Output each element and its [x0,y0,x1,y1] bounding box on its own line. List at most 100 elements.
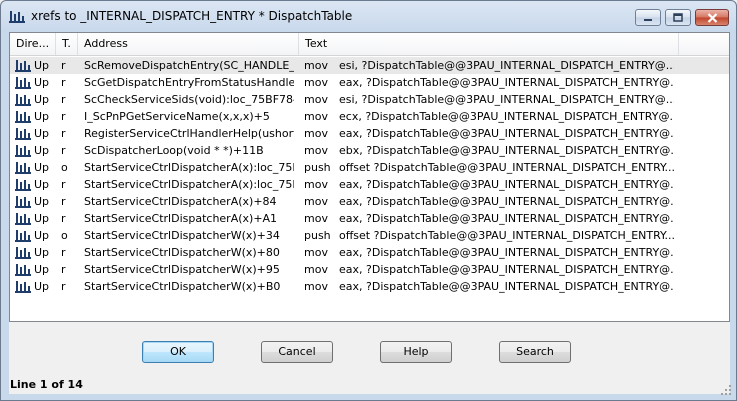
xrefs-list[interactable]: Dire... T. Address Text Up r ScRemoveDispa… [9,32,730,322]
cell-direction: Up [34,229,50,242]
cell-mnemonic: push [304,161,331,174]
cell-type: r [61,212,66,225]
cell-direction: Up [34,246,50,259]
resize-grip-icon[interactable] [720,384,732,396]
xref-up-icon [15,128,31,140]
table-row[interactable]: Up r ScGetDispatchEntryFromStatusHandle(S.… [10,74,729,91]
xref-up-icon [15,162,31,174]
xref-up-icon [15,94,31,106]
cell-mnemonic: mov [304,93,328,106]
cell-operands: ecx, ?DispatchTable@@3PAU_INTERNAL_DISPA… [339,110,674,123]
cancel-button[interactable]: Cancel [261,341,333,363]
minimize-icon [644,18,652,21]
cell-direction: Up [34,195,50,208]
close-icon [707,12,717,23]
cell-type: r [61,93,66,106]
cell-direction: Up [34,161,50,174]
help-button[interactable]: Help [380,341,452,363]
column-header-address[interactable]: Address [78,33,299,55]
cell-direction: Up [34,110,50,123]
search-button[interactable]: Search [499,341,571,363]
table-row[interactable]: Up r StartServiceCtrlDispatcherW(x)+80 mov e… [10,244,729,261]
table-row[interactable]: Up r I_ScPnPGetServiceName(x,x,x)+5 mov ecx,… [10,108,729,125]
cell-address: ScCheckServiceSids(void):loc_75BF7841 [84,93,294,106]
minimize-button[interactable] [635,9,661,26]
cell-type: r [61,76,66,89]
cell-mnemonic: push [304,229,331,242]
maximize-button[interactable] [665,9,691,26]
cell-operands: esi, ?DispatchTable@@3PAU_INTERNAL_DISPA… [339,59,674,72]
cell-mnemonic: mov [304,110,328,123]
cell-operands: eax, ?DispatchTable@@3PAU_INTERNAL_DISPA… [339,76,674,89]
cell-operands: eax, ?DispatchTable@@3PAU_INTERNAL_DISPA… [339,178,674,191]
table-row[interactable]: Up r StartServiceCtrlDispatcherA(x)+A1 mov e… [10,210,729,227]
column-header-text[interactable]: Text [299,33,679,55]
cell-operands: offset ?DispatchTable@@3PAU_INTERNAL_DIS… [339,229,674,242]
table-row[interactable]: Up r StartServiceCtrlDispatcherW(x)+95 mov e… [10,261,729,278]
cell-type: r [61,246,66,259]
cell-address: StartServiceCtrlDispatcherA(x)+A1 [84,212,278,225]
cell-type: r [61,110,66,123]
xref-icon [9,11,25,23]
title-bar[interactable]: xrefs to _INTERNAL_DISPATCH_ENTRY * Disp… [1,1,736,31]
table-row[interactable]: Up r StartServiceCtrlDispatcherA(x)+84 mov e… [10,193,729,210]
cell-address: StartServiceCtrlDispatcherW(x)+95 [84,263,280,276]
xref-up-icon [15,179,31,191]
cell-mnemonic: mov [304,144,328,157]
cell-direction: Up [34,59,50,72]
cell-address: StartServiceCtrlDispatcherA(x):loc_75BF8… [84,161,294,174]
cell-type: r [61,178,66,191]
cell-mnemonic: mov [304,195,328,208]
xrefs-window: xrefs to _INTERNAL_DISPATCH_ENTRY * Disp… [0,0,737,401]
cell-address: StartServiceCtrlDispatcherA(x)+84 [84,195,277,208]
table-row[interactable]: Up r RegisterServiceCtrlHandlerHelp(ushort… [10,125,729,142]
cell-operands: eax, ?DispatchTable@@3PAU_INTERNAL_DISPA… [339,280,674,293]
cell-mnemonic: mov [304,178,328,191]
cell-operands: offset ?DispatchTable@@3PAU_INTERNAL_DIS… [339,161,674,174]
list-header: Dire... T. Address Text [10,33,729,56]
xref-up-icon [15,111,31,123]
table-row[interactable]: Up r ScCheckServiceSids(void):loc_75BF7841… [10,91,729,108]
column-header-type[interactable]: T. [56,33,78,55]
cell-address: ScDispatcherLoop(void * *)+11B [84,144,264,157]
cell-direction: Up [34,76,50,89]
ok-button[interactable]: OK [142,341,214,363]
table-row[interactable]: Up r StartServiceCtrlDispatcherA(x):loc_75… [10,176,729,193]
table-row[interactable]: Up o StartServiceCtrlDispatcherW(x)+34 push… [10,227,729,244]
table-row[interactable]: Up r ScDispatcherLoop(void * *)+11B mov ebx,… [10,142,729,159]
cell-type: r [61,195,66,208]
cell-mnemonic: mov [304,280,328,293]
column-header-direction[interactable]: Dire... [10,33,56,55]
cell-mnemonic: mov [304,246,328,259]
table-row[interactable]: Up r StartServiceCtrlDispatcherW(x)+B0 mov e… [10,278,729,295]
xref-up-icon [15,264,31,276]
xref-up-icon [15,213,31,225]
cell-direction: Up [34,263,50,276]
xref-up-icon [15,145,31,157]
cell-direction: Up [34,127,50,140]
cell-mnemonic: mov [304,76,328,89]
cell-address: I_ScPnPGetServiceName(x,x,x)+5 [84,110,270,123]
cell-direction: Up [34,212,50,225]
cell-address: StartServiceCtrlDispatcherW(x)+80 [84,246,280,259]
cell-type: o [61,161,68,174]
cell-operands: eax, ?DispatchTable@@3PAU_INTERNAL_DISPA… [339,195,674,208]
cell-address: ScGetDispatchEntryFromStatusHandle(S... [84,76,294,89]
cell-operands: eax, ?DispatchTable@@3PAU_INTERNAL_DISPA… [339,246,674,259]
xref-up-icon [15,281,31,293]
cell-address: RegisterServiceCtrlHandlerHelp(ushort co… [84,127,294,140]
cell-address: StartServiceCtrlDispatcherW(x)+34 [84,229,280,242]
table-row[interactable]: Up o StartServiceCtrlDispatcherA(x):loc_75… [10,159,729,176]
xref-up-icon [15,247,31,259]
dialog-body: Dire... T. Address Text Up r ScRemoveDispa… [9,32,730,394]
xref-up-icon [15,77,31,89]
maximize-icon [673,13,683,22]
cell-address: StartServiceCtrlDispatcherW(x)+B0 [84,280,281,293]
cell-type: r [61,144,66,157]
close-button[interactable] [695,9,729,26]
cell-type: r [61,127,66,140]
cell-direction: Up [34,93,50,106]
cell-operands: eax, ?DispatchTable@@3PAU_INTERNAL_DISPA… [339,263,674,276]
table-row[interactable]: Up r ScRemoveDispatchEntry(SC_HANDLE__... m… [10,57,729,74]
cell-operands: eax, ?DispatchTable@@3PAU_INTERNAL_DISPA… [339,212,674,225]
